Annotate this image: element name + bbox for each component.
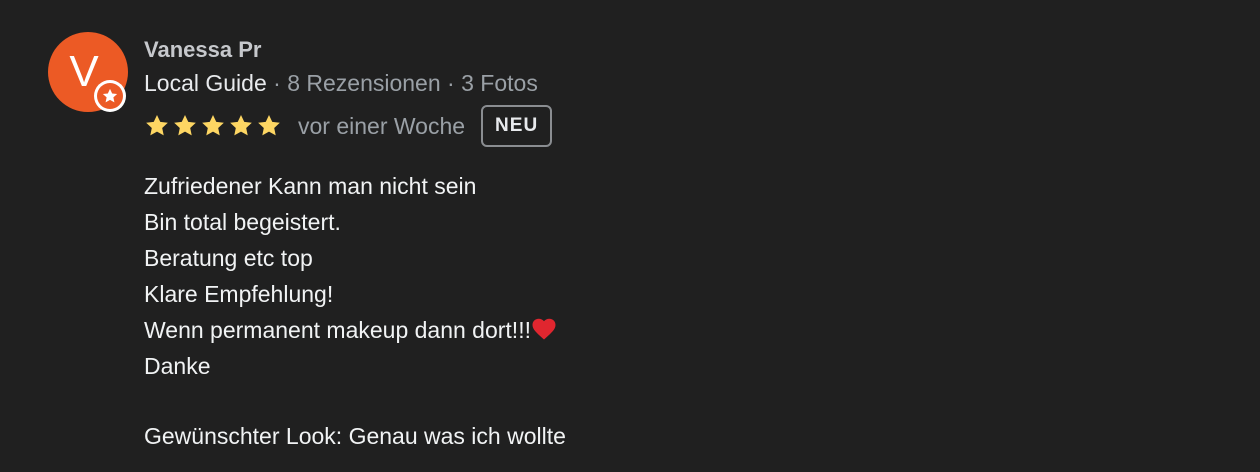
new-badge: NEU — [481, 105, 553, 147]
review-line: Danke — [144, 353, 211, 379]
star-icon — [146, 114, 168, 136]
local-guide-label: Local Guide — [144, 70, 267, 96]
meta-separator: · — [447, 70, 455, 96]
review-content: Vanessa Pr Local Guide · 8 Rezensionen ·… — [144, 32, 1224, 454]
desired-look-label: Gewünschter Look: — [144, 423, 343, 449]
reviewer-meta: Local Guide · 8 Rezensionen · 3 Fotos — [144, 66, 1224, 100]
review-line: Zufriedener Kann man nicht sein — [144, 173, 477, 199]
desired-look-value: Genau was ich wollte — [348, 423, 566, 449]
star-icon — [202, 114, 224, 136]
meta-separator: · — [273, 70, 281, 96]
review-line-text: Wenn permanent makeup dann dort!!! — [144, 317, 531, 343]
review-line-with-heart: Wenn permanent makeup dann dort!!! — [144, 312, 1224, 348]
review-line: Bin total begeistert. — [144, 209, 341, 235]
rating-row: vor einer Woche NEU — [144, 102, 1224, 150]
review-line: Klare Empfehlung! — [144, 281, 334, 307]
desired-look-line: Gewünschter Look: Genau was ich wollte — [144, 418, 1224, 454]
reviewer-name[interactable]: Vanessa Pr — [144, 34, 261, 66]
review-text: Zufriedener Kann man nicht sein Bin tota… — [144, 168, 1224, 454]
star-icon — [174, 114, 196, 136]
review-count: 8 Rezensionen — [287, 70, 441, 96]
star-icon — [230, 114, 252, 136]
local-guide-badge-icon — [94, 80, 126, 112]
star-icon — [258, 114, 280, 136]
review-date: vor einer Woche — [298, 112, 466, 139]
star-rating — [144, 113, 282, 139]
heart-icon — [532, 318, 556, 340]
avatar[interactable]: V — [48, 32, 128, 112]
photo-count: 3 Fotos — [461, 70, 538, 96]
review-line: Beratung etc top — [144, 245, 313, 271]
